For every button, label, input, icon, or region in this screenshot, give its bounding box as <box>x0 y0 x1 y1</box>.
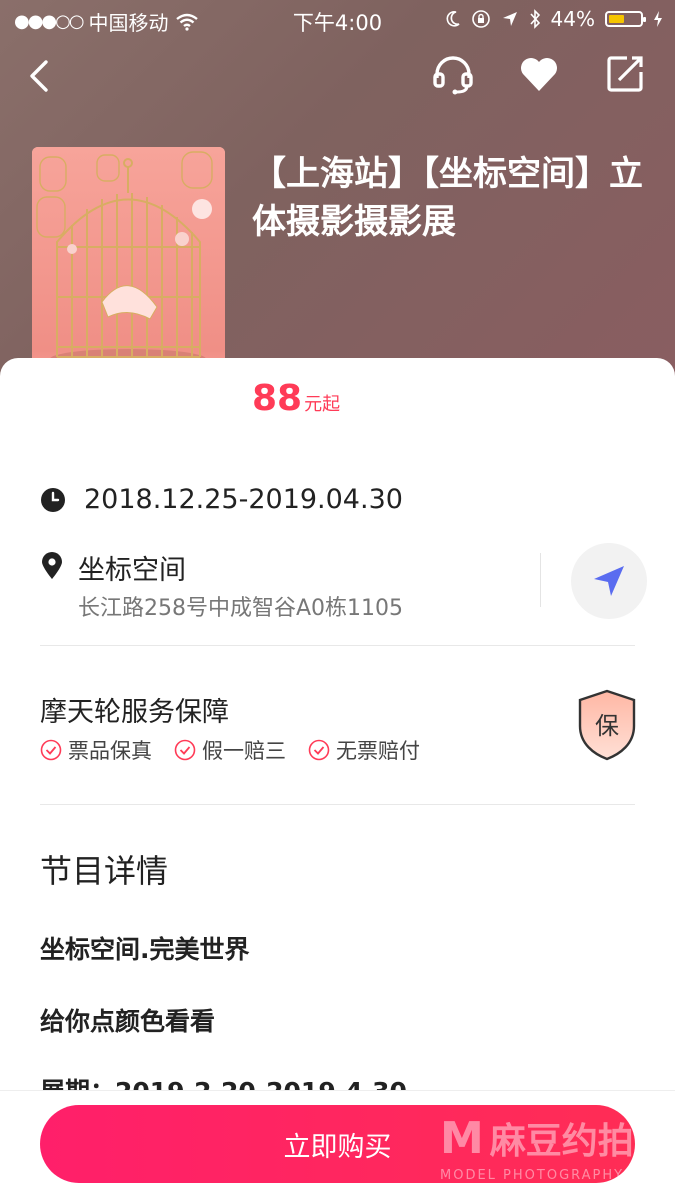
watermark-subtitle: MODEL PHOTOGRAPHY <box>440 1168 625 1183</box>
check-circle-icon <box>174 739 196 761</box>
watermark-logo: M <box>440 1113 484 1164</box>
guarantee-label: 假一赔三 <box>202 739 286 763</box>
navigation-arrow-icon <box>594 566 624 596</box>
location-arrow-icon <box>502 12 517 26</box>
divider <box>40 645 635 646</box>
event-title: 【上海站】【坐标空间】立体摄影摄影展 <box>252 154 643 242</box>
nav-actions <box>431 52 647 96</box>
status-bar: ●●●○○ 中国移动 下午4:00 44% <box>0 0 675 38</box>
guarantee-item: 票品保真 <box>40 735 152 765</box>
divider <box>540 553 541 607</box>
headset-icon[interactable] <box>431 52 475 96</box>
venue-name: 坐标空间 <box>78 555 186 586</box>
rotation-lock-icon <box>471 10 490 28</box>
guarantee-list[interactable]: 票品保真 假一赔三 无票赔付 <box>40 735 420 765</box>
watermark-text: 麻豆约拍 <box>489 1121 634 1162</box>
bluetooth-icon <box>529 9 540 29</box>
shield-badge-text: 保 <box>595 712 619 740</box>
guarantee-label: 票品保真 <box>68 739 152 763</box>
date-row: 2018.12.25-2019.04.30 <box>40 484 403 515</box>
guarantee-item: 无票赔付 <box>308 735 420 765</box>
back-icon[interactable] <box>22 56 58 96</box>
guarantee-label: 无票赔付 <box>336 739 420 763</box>
location-pin-icon <box>42 552 62 579</box>
battery-icon <box>605 11 646 27</box>
clock-icon <box>41 487 65 512</box>
detail-line: 展期：2019.2.20-2019.4.30 <box>40 1077 407 1092</box>
watermark: M 麻豆约拍 MODEL PHOTOGRAPHY <box>440 1112 634 1183</box>
battery-percent: 44% <box>550 7 595 31</box>
venue-address: 长江路258号中成智谷A0栋1105 <box>78 596 404 621</box>
price-unit: 元起 <box>304 394 341 415</box>
divider <box>40 804 635 805</box>
moon-icon <box>446 11 460 27</box>
check-circle-icon <box>40 739 62 761</box>
detail-line: 坐标空间.完美世界 <box>40 935 250 964</box>
check-circle-icon <box>308 739 330 761</box>
price: 88 元起 <box>252 378 340 419</box>
guarantee-title: 摩天轮服务保障 <box>40 697 229 728</box>
detail-line: 给你点颜色看看 <box>40 1007 216 1036</box>
date-range: 2018.12.25-2019.04.30 <box>84 484 403 515</box>
shield-icon[interactable]: 保 <box>576 688 638 762</box>
guarantee-item: 假一赔三 <box>174 735 286 765</box>
heart-icon[interactable] <box>517 52 561 96</box>
price-value: 88 <box>252 378 303 419</box>
share-icon[interactable] <box>603 52 647 96</box>
navigate-button[interactable] <box>571 543 647 619</box>
section-title: 节目详情 <box>40 852 169 890</box>
charging-icon <box>654 11 662 27</box>
